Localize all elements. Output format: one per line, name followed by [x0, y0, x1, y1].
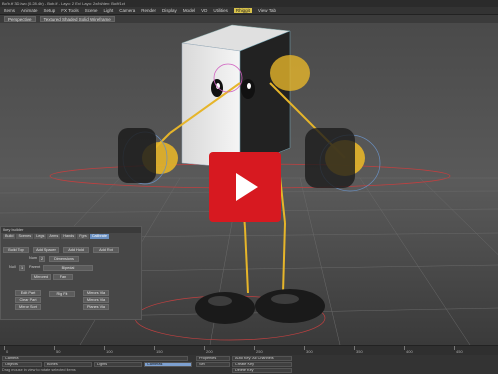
- null-value[interactable]: 1: [19, 265, 25, 271]
- num-value[interactable]: 2: [39, 256, 45, 262]
- menu-item-view-tab[interactable]: View Tab: [258, 8, 276, 13]
- row1-button-0[interactable]: Build Top: [3, 247, 29, 253]
- row4-button-1[interactable]: Fan: [53, 274, 73, 280]
- cameras-button[interactable]: Cameras: [144, 362, 192, 367]
- create-key-button[interactable]: Create Key: [232, 362, 292, 367]
- rig-fit-button[interactable]: Rig Fit: [49, 291, 75, 297]
- timeline-tick-label: 200: [206, 349, 213, 354]
- tab-build[interactable]: Build: [3, 234, 16, 239]
- dimensions-button[interactable]: Dimensions: [49, 256, 79, 262]
- left-button-2[interactable]: Mirror Sort: [15, 304, 41, 310]
- right-button-0[interactable]: Mirrors Via: [83, 290, 109, 296]
- menu-item-rhiggit[interactable]: Rhiggit: [233, 8, 252, 13]
- menu-item-camera[interactable]: Camera: [119, 8, 135, 13]
- menu-item-setup[interactable]: Setup: [44, 8, 56, 13]
- parent-select[interactable]: Bipedal: [43, 265, 93, 271]
- menu-item-display[interactable]: Display: [162, 8, 177, 13]
- timeline-tick-label: 300: [306, 349, 313, 354]
- ikey-builder-panel: Ikey builder Build Scenes Legs Arms Hands Fgr…: [0, 226, 142, 320]
- bones-button[interactable]: Bones: [44, 362, 92, 367]
- status-hint: Drag mouse in view to rotate selected it…: [2, 368, 76, 372]
- tab-fgrs[interactable]: Fgrs: [77, 234, 89, 239]
- row1-button-1[interactable]: Add Spacer: [33, 247, 59, 253]
- timeline-tick-label: 100: [106, 349, 113, 354]
- set-button[interactable]: Set: [196, 362, 230, 367]
- objects-button[interactable]: Objects: [2, 362, 42, 367]
- timeline-tick: [354, 346, 355, 350]
- timeline-tick: [154, 346, 155, 350]
- timeline-tick: [454, 346, 455, 350]
- left-button-0[interactable]: Edit Part: [15, 290, 41, 296]
- timeline-ruler[interactable]: 0 50 100 150 200 250 300 350 400 450: [0, 345, 498, 355]
- timeline-tick-label: 250: [256, 349, 263, 354]
- tab-hands[interactable]: Hands: [61, 234, 77, 239]
- current-item-field[interactable]: Camera: [2, 356, 188, 361]
- lights-button[interactable]: Lights: [94, 362, 142, 367]
- timeline-tick: [304, 346, 305, 350]
- properties-button[interactable]: Properties: [196, 356, 230, 361]
- timeline-tick-label: 150: [156, 349, 163, 354]
- timeline-tick-label: 50: [56, 349, 61, 354]
- menu-item-fx-tools[interactable]: FX Tools: [61, 8, 78, 13]
- row1-button-3[interactable]: Add Rot: [93, 247, 119, 253]
- shading-mode-select[interactable]: Textured Shaded Solid Wireframe: [39, 16, 115, 22]
- timeline-tick-label: 450: [456, 349, 463, 354]
- null-label: Null: [9, 265, 16, 269]
- menu-item-vd[interactable]: VD: [201, 8, 207, 13]
- timeline-tick: [254, 346, 255, 350]
- auto-key-toggle[interactable]: Auto Key: All Channels: [232, 356, 292, 361]
- tab-calibrate[interactable]: Calibrate: [89, 234, 110, 239]
- timeline-tick: [4, 346, 5, 350]
- left-button-1[interactable]: Clear Part: [15, 297, 41, 303]
- menu-item-model[interactable]: Model: [183, 8, 195, 13]
- tab-legs[interactable]: Legs: [34, 234, 47, 239]
- play-icon[interactable]: [209, 152, 281, 222]
- view-mode-select[interactable]: Perspective: [4, 16, 36, 22]
- timeline-tick-label: 400: [406, 349, 413, 354]
- right-button-1[interactable]: Mirrors Via: [83, 297, 109, 303]
- menu-bar: Items Animate Setup FX Tools Scene Light Camer…: [0, 7, 498, 15]
- timeline-tick: [104, 346, 105, 350]
- menu-item-render[interactable]: Render: [141, 8, 156, 13]
- right-button-2[interactable]: Planes Via: [83, 304, 109, 310]
- menu-item-scene[interactable]: Scene: [85, 8, 98, 13]
- menu-item-items[interactable]: Items: [4, 8, 15, 13]
- timeline-tick: [204, 346, 205, 350]
- row1-button-2[interactable]: Add Hold: [63, 247, 89, 253]
- timeline-tick-label: 0: [6, 349, 9, 354]
- tab-arms[interactable]: Arms: [47, 234, 61, 239]
- parent-label: Parent: [29, 265, 41, 269]
- timeline-tick: [54, 346, 55, 350]
- row4-button-0[interactable]: Mirrored: [31, 274, 51, 280]
- tab-scenes[interactable]: Scenes: [16, 234, 34, 239]
- view-toolbar: Perspective Textured Shaded Solid Wirefr…: [0, 15, 498, 23]
- delete-key-button[interactable]: Delete Key: [232, 368, 292, 373]
- menu-item-light[interactable]: Light: [104, 8, 114, 13]
- menu-item-utilities[interactable]: Utilities: [213, 8, 228, 13]
- menu-item-animate[interactable]: Animate: [21, 8, 38, 13]
- timeline-tick: [404, 346, 405, 350]
- panel-tabs: Build Scenes Legs Arms Hands Fgrs Calibrate: [1, 233, 141, 240]
- window-title: Bo'b.tf 3D.lwo (0.28.4b) - Bob.lf - Layo…: [0, 0, 498, 7]
- timeline-tick-label: 350: [356, 349, 363, 354]
- bottom-control-bar: Camera Objects Bones Lights Cameras Prop…: [0, 355, 498, 374]
